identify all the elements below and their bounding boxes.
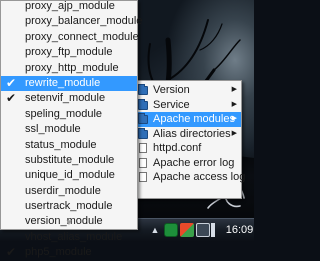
module-label: ssl_module xyxy=(25,123,81,136)
module-item-setenvif[interactable]: ✔ setenvif_module xyxy=(1,91,137,106)
module-label: userdir_module xyxy=(25,184,101,197)
module-label: proxy_balancer_module xyxy=(25,15,143,28)
menu-item-apache-error-log[interactable]: Apache error log xyxy=(136,156,241,171)
module-item[interactable]: usertrack_module xyxy=(1,199,137,214)
menu-item-label: Apache error log xyxy=(153,156,235,169)
menu-item-label: Version xyxy=(153,84,190,96)
module-item[interactable]: unique_id_module xyxy=(1,168,137,183)
document-icon xyxy=(139,157,147,168)
module-label: speling_module xyxy=(25,107,103,120)
module-label: substitute_module xyxy=(25,153,115,166)
module-item[interactable]: ssl_module xyxy=(1,122,137,137)
module-item[interactable]: proxy_balancer_module xyxy=(1,14,142,29)
module-label: usertrack_module xyxy=(25,200,113,213)
menu-item-label: Apache access log xyxy=(153,171,246,183)
menu-item-label: httpd.conf xyxy=(153,142,202,154)
module-label: vhost_alias_module xyxy=(25,230,123,243)
apache-menu: Version ▶ Service ▶ Apache modules ▶ Ali… xyxy=(135,80,245,199)
module-label: unique_id_module xyxy=(25,169,115,182)
document-icon xyxy=(139,172,147,182)
network-icon[interactable] xyxy=(196,223,210,237)
module-item[interactable]: proxy_ajp_module xyxy=(1,0,137,14)
module-item[interactable]: userdir_module xyxy=(1,184,137,199)
document-icon xyxy=(139,143,147,153)
menu-item-httpd-conf[interactable]: httpd.conf xyxy=(136,141,241,156)
checkmark-icon: ✔ xyxy=(6,91,17,106)
module-label: proxy_http_module xyxy=(25,61,119,74)
module-item[interactable]: vhost_alias_module xyxy=(1,230,137,245)
module-label: proxy_ftp_module xyxy=(25,46,113,59)
submenu-arrow-icon: ▶ xyxy=(231,129,237,137)
menu-item-service[interactable]: Service ▶ xyxy=(136,98,241,113)
menu-item-label: Apache modules xyxy=(153,113,235,125)
module-item-php5[interactable]: ✔ php5_module xyxy=(1,245,137,260)
module-item-rewrite[interactable]: ✔ rewrite_module xyxy=(1,75,137,92)
module-item[interactable]: proxy_connect_module xyxy=(1,30,139,45)
module-label: proxy_connect_module xyxy=(25,30,139,43)
chevron-up-icon: ▲ xyxy=(150,225,160,235)
volume-icon[interactable] xyxy=(211,223,219,237)
module-item[interactable]: speling_module xyxy=(1,107,137,122)
folder-icon xyxy=(138,113,148,124)
menu-item-alias-directories[interactable]: Alias directories ▶ xyxy=(136,127,241,142)
submenu-arrow-icon: ▶ xyxy=(231,100,237,108)
menu-item-label: Alias directories xyxy=(153,127,231,140)
submenu-arrow-icon: ▶ xyxy=(231,86,237,93)
scroll-down-button[interactable]: ▼ xyxy=(1,217,137,229)
menu-item-version[interactable]: Version ▶ xyxy=(136,83,241,98)
checkmark-icon: ✔ xyxy=(6,245,17,260)
folder-icon xyxy=(138,84,148,95)
module-label: setenvif_module xyxy=(25,92,106,105)
folder-icon xyxy=(138,127,148,139)
clock[interactable]: 16:09 xyxy=(225,219,254,242)
module-label: rewrite_module xyxy=(25,76,101,89)
wamp-tray-icon[interactable] xyxy=(164,223,178,237)
menu-item-apache-modules[interactable]: Apache modules ▶ xyxy=(136,112,241,127)
menu-item-apache-access-log[interactable]: Apache access log xyxy=(136,170,245,185)
flag-icon[interactable] xyxy=(180,223,194,237)
chevron-down-icon: ▼ xyxy=(65,218,73,227)
checkmark-icon: ✔ xyxy=(6,75,17,90)
module-item[interactable]: proxy_ftp_module xyxy=(1,45,137,60)
submenu-arrow-icon: ▶ xyxy=(231,115,237,122)
module-label: proxy_ajp_module xyxy=(25,0,115,12)
module-item[interactable]: substitute_module xyxy=(1,153,137,168)
show-hidden-icons-button[interactable]: ▲ xyxy=(148,222,162,238)
module-label: status_module xyxy=(25,138,97,151)
apache-modules-menu: proxy_ajp_module proxy_balancer_module p… xyxy=(0,0,142,259)
module-item[interactable]: status_module xyxy=(1,138,137,153)
menu-item-label: Service xyxy=(153,98,190,111)
folder-icon xyxy=(138,98,148,110)
module-label: php5_module xyxy=(25,246,92,259)
module-item[interactable]: proxy_http_module xyxy=(1,61,137,76)
